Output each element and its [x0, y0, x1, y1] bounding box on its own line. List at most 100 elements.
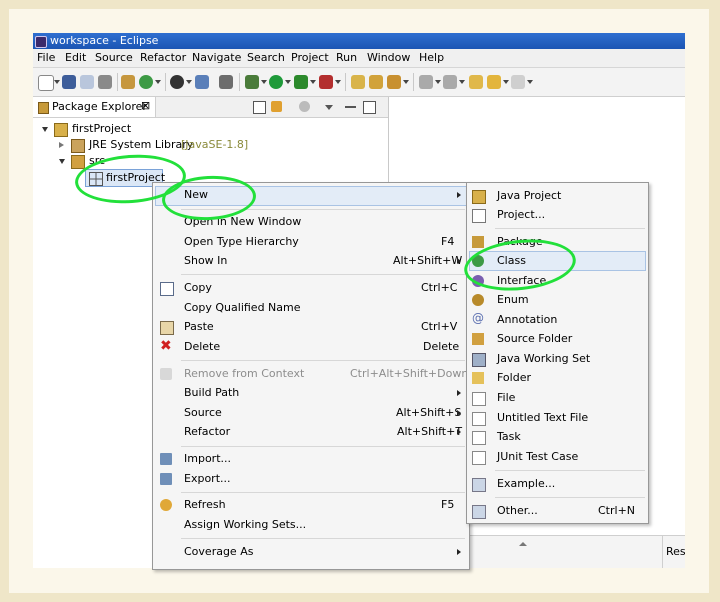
new-class-icon[interactable] [139, 75, 153, 89]
forward-dropdown-icon[interactable] [527, 80, 533, 84]
submenu-item-annotation[interactable]: @ Annotation [467, 310, 648, 330]
submenu-item-example[interactable]: Example... [467, 474, 648, 494]
submenu-arrow-icon [457, 549, 461, 555]
collapse-all-icon[interactable] [253, 101, 266, 114]
external-tools-icon[interactable] [319, 75, 333, 89]
coverage-icon[interactable] [294, 75, 308, 89]
menu-item-new[interactable]: New [153, 185, 469, 205]
back-arrow-icon[interactable] [487, 75, 501, 89]
example-icon [472, 478, 486, 492]
prev-annotation-icon[interactable] [443, 75, 457, 89]
menu-item-export[interactable]: Export... [153, 469, 469, 489]
minimize-icon[interactable] [345, 106, 356, 108]
menu-file[interactable]: File [37, 51, 55, 64]
close-view-icon[interactable]: ⊠ [141, 99, 150, 112]
menu-item-delete[interactable]: ✖ Delete Delete [153, 337, 469, 357]
menu-edit[interactable]: Edit [65, 51, 86, 64]
save-all-icon[interactable] [80, 75, 94, 89]
submenu-item-enum[interactable]: Enum [467, 290, 648, 310]
menu-item-remove-from-context[interactable]: Remove from Context Ctrl+Alt+Shift+Down [153, 364, 469, 384]
menu-source[interactable]: Source [95, 51, 133, 64]
external-tools-dropdown-icon[interactable] [335, 80, 341, 84]
debug-dropdown-icon[interactable] [261, 80, 267, 84]
package-explorer-tab[interactable]: Package Explorer ⊠ [33, 97, 156, 117]
back-dropdown-icon[interactable] [503, 80, 509, 84]
expanded-twisty-icon[interactable] [42, 127, 48, 132]
submenu-item-untitled-text-file[interactable]: Untitled Text File [467, 408, 648, 428]
submenu-item-folder[interactable]: Folder [467, 368, 648, 388]
menu-help[interactable]: Help [419, 51, 444, 64]
view-menu-icon[interactable] [325, 105, 333, 110]
tree-row-jre[interactable]: JRE System Library [JavaSE-1.8] [33, 137, 388, 153]
debug-icon[interactable] [245, 75, 259, 89]
submenu-item-package[interactable]: Package [467, 232, 648, 252]
collapsed-twisty-icon[interactable] [59, 142, 64, 148]
submenu-arrow-icon [457, 429, 461, 435]
open-folder-icon[interactable] [351, 75, 365, 89]
new-class-dropdown-icon[interactable] [155, 80, 161, 84]
coverage-dropdown-icon[interactable] [310, 80, 316, 84]
column-header[interactable]: Reso [666, 545, 685, 558]
focus-task-icon[interactable] [299, 101, 310, 112]
next-annotation-dropdown-icon[interactable] [435, 80, 441, 84]
open-type-dropdown-icon[interactable] [186, 80, 192, 84]
toggle-mark-icon[interactable] [219, 75, 233, 89]
open-console-icon[interactable] [195, 75, 209, 89]
open-type-icon[interactable] [170, 75, 184, 89]
submenu-item-task[interactable]: Task [467, 427, 648, 447]
menu-item-paste[interactable]: Paste Ctrl+V [153, 317, 469, 337]
menu-item-copy-qualified-name[interactable]: Copy Qualified Name [153, 298, 469, 318]
new-icon[interactable] [38, 75, 54, 91]
new-dropdown-icon[interactable] [54, 80, 60, 84]
menu-item-assign-working-sets[interactable]: Assign Working Sets... [153, 515, 469, 535]
tree-row-project[interactable]: firstProject [33, 121, 388, 137]
run-dropdown-icon[interactable] [285, 80, 291, 84]
link-with-editor-icon[interactable] [271, 101, 282, 112]
open-task-icon[interactable] [369, 75, 383, 89]
run-icon[interactable] [269, 75, 283, 89]
submenu-item-interface[interactable]: Interface [467, 271, 648, 291]
print-icon[interactable] [98, 75, 112, 89]
last-edit-location-icon[interactable] [469, 75, 483, 89]
menu-run[interactable]: Run [336, 51, 357, 64]
search-flashlight-icon[interactable] [387, 75, 401, 89]
menu-item-source[interactable]: Source Alt+Shift+S [153, 403, 469, 423]
submenu-item-java-working-set[interactable]: Java Working Set [467, 349, 648, 369]
maximize-icon[interactable] [363, 101, 376, 114]
submenu-item-java-project[interactable]: Java Project [467, 186, 648, 206]
search-dropdown-icon[interactable] [403, 80, 409, 84]
menu-item-coverage-as[interactable]: Coverage As [153, 542, 469, 562]
tree-row-src[interactable]: src [33, 153, 388, 169]
submenu-item-source-folder[interactable]: Source Folder [467, 329, 648, 349]
menu-item-refresh[interactable]: Refresh F5 [153, 495, 469, 515]
forward-arrow-icon[interactable] [511, 75, 525, 89]
submenu-item-project[interactable]: Project... [467, 205, 648, 225]
menu-item-refactor[interactable]: Refactor Alt+Shift+T [153, 422, 469, 442]
paste-icon [160, 321, 174, 335]
menu-window[interactable]: Window [367, 51, 410, 64]
menu-navigate[interactable]: Navigate [192, 51, 241, 64]
next-annotation-icon[interactable] [419, 75, 433, 89]
menu-item-import[interactable]: Import... [153, 449, 469, 469]
menu-item-build-path[interactable]: Build Path [153, 383, 469, 403]
save-icon[interactable] [62, 75, 76, 89]
prev-annotation-dropdown-icon[interactable] [459, 80, 465, 84]
submenu-item-other[interactable]: Other... Ctrl+N [467, 501, 648, 521]
menu-item-copy[interactable]: Copy Ctrl+C [153, 278, 469, 298]
expanded-twisty-icon[interactable] [59, 159, 65, 164]
menu-refactor[interactable]: Refactor [140, 51, 186, 64]
menu-project[interactable]: Project [291, 51, 329, 64]
junit-icon [472, 451, 486, 465]
menu-item-show-in[interactable]: Show In Alt+Shift+W [153, 251, 469, 271]
menu-search[interactable]: Search [247, 51, 285, 64]
submenu-item-file[interactable]: File [467, 388, 648, 408]
new-package-icon[interactable] [121, 75, 135, 89]
menu-separator [181, 360, 465, 361]
menu-item-open-in-new-window[interactable]: Open in New Window [153, 212, 469, 232]
sort-arrow-icon[interactable] [519, 542, 527, 546]
menu-item-open-type-hierarchy[interactable]: Open Type Hierarchy F4 [153, 232, 469, 252]
submenu-item-class[interactable]: Class [467, 251, 648, 271]
menu-item-label: Assign Working Sets... [184, 518, 307, 531]
submenu-item-junit-test-case[interactable]: JUnit Test Case [467, 447, 648, 467]
delete-x-icon: ✖ [160, 338, 172, 354]
